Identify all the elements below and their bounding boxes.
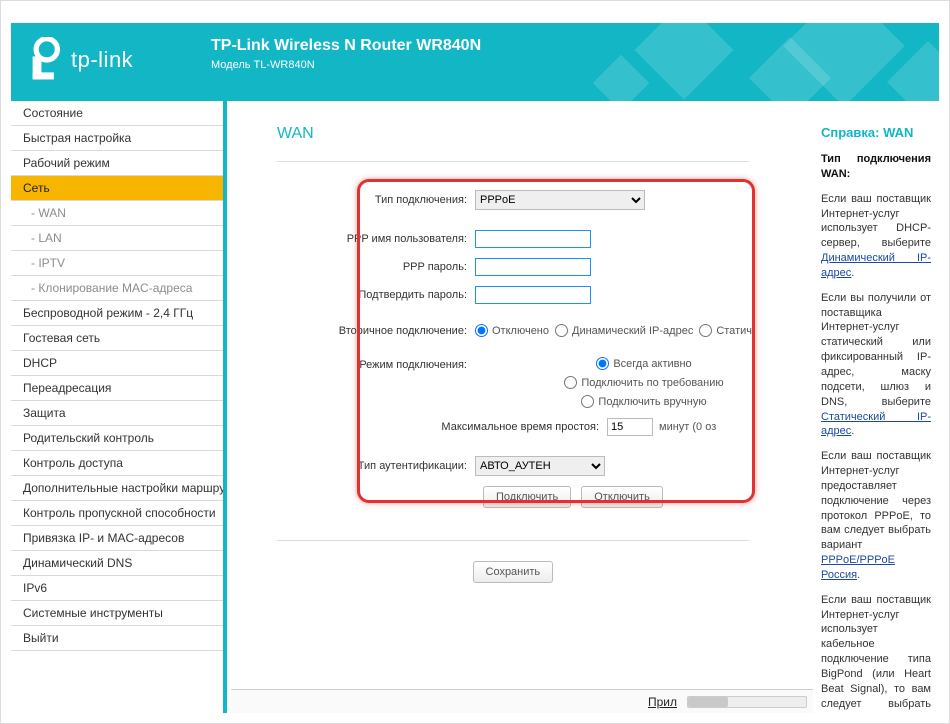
max-idle-suffix: минут (0 оз [659, 421, 716, 433]
sidebar-item[interactable]: Рабочий режим [11, 151, 223, 176]
label-max-idle: Максимальное время простоя: [277, 421, 607, 433]
sidebar-item[interactable]: DHCP [11, 351, 223, 376]
divider [277, 540, 749, 541]
sec-conn-disabled[interactable]: Отключено [475, 324, 549, 337]
disconnect-button[interactable]: Отключить [581, 486, 663, 508]
label-auth-type: Тип аутентификации: [277, 460, 475, 472]
page-title: WAN [277, 125, 813, 143]
sidebar-item[interactable]: Состояние [11, 101, 223, 126]
product-title: TP-Link Wireless N Router WR840N [211, 37, 481, 55]
conn-mode-ondemand-radio[interactable] [564, 376, 577, 389]
sidebar-item[interactable]: Родительский контроль [11, 426, 223, 451]
sidebar-item[interactable]: Защита [11, 401, 223, 426]
sec-conn-dynip-radio[interactable] [555, 324, 568, 337]
bottom-bar: Прил [231, 689, 813, 713]
highlight-box [357, 179, 755, 503]
sidebar: СостояниеБыстрая настройкаРабочий режимС… [11, 101, 227, 713]
conn-mode-manual-radio[interactable] [581, 395, 594, 408]
ppp-user-input[interactable] [475, 230, 591, 248]
conn-type-select[interactable]: PPPoE [475, 190, 645, 210]
sidebar-item[interactable]: Гостевая сеть [11, 326, 223, 351]
max-idle-input[interactable] [607, 418, 653, 436]
bottom-link[interactable]: Прил [648, 695, 677, 709]
app-window: tp-link TP-Link Wireless N Router WR840N… [0, 0, 950, 724]
tplink-logo-icon [27, 37, 63, 83]
help-p2: Если вы получили от поставщика Интернет-… [821, 291, 931, 439]
horizontal-scrollbar[interactable] [687, 696, 807, 708]
save-button[interactable]: Сохранить [473, 561, 554, 583]
sidebar-item[interactable]: Системные инструменты [11, 601, 223, 626]
divider [277, 161, 749, 162]
help-title: Справка: WAN [821, 125, 931, 140]
brand-logo: tp-link [27, 37, 133, 83]
sidebar-item[interactable]: Привязка IP- и MAC-адресов [11, 526, 223, 551]
sidebar-item[interactable]: - LAN [11, 226, 223, 251]
sidebar-item[interactable]: - WAN [11, 201, 223, 226]
sidebar-item[interactable]: Беспроводной режим - 2,4 ГГц [11, 301, 223, 326]
help-p1: Если ваш поставщик Интернет-услуг исполь… [821, 192, 931, 281]
product-model: Модель TL-WR840N [211, 59, 481, 71]
help-panel: Справка: WAN Тип подключения WAN: Если в… [813, 101, 939, 713]
help-sub: Тип подключения WAN: [821, 153, 931, 180]
header: tp-link TP-Link Wireless N Router WR840N… [11, 23, 939, 101]
ppp-pass-input[interactable] [475, 258, 591, 276]
connect-button[interactable]: Подключить [483, 486, 571, 508]
conn-mode-ondemand[interactable]: Подключить по требованию [564, 376, 723, 389]
label-ppp-user: PPP имя пользователя: [277, 233, 475, 245]
header-decoration [559, 23, 939, 101]
sidebar-item[interactable]: Переадресация [11, 376, 223, 401]
help-link-staticip[interactable]: Статический IP-адрес [821, 411, 931, 438]
conn-mode-manual[interactable]: Подключить вручную [581, 395, 706, 408]
auth-type-select[interactable]: АВТО_АУТЕН [475, 456, 605, 476]
help-link-dynip[interactable]: Динамический IP-адрес [821, 252, 931, 279]
sidebar-item[interactable]: Выйти [11, 626, 223, 651]
sec-conn-static-radio[interactable] [699, 324, 712, 337]
main-panel: WAN Тип подключения: PPPoE PPP имя польз… [231, 101, 813, 713]
sec-conn-dynip[interactable]: Динамический IP-адрес [555, 324, 693, 337]
label-sec-conn: Вторичное подключение: [277, 325, 475, 337]
brand-text: tp-link [71, 47, 133, 73]
sidebar-item[interactable]: IPv6 [11, 576, 223, 601]
help-p3: Если ваш поставщик Интернет-услуг предос… [821, 449, 931, 583]
sidebar-item[interactable]: Динамический DNS [11, 551, 223, 576]
conn-mode-always-radio[interactable] [596, 357, 609, 370]
conn-mode-always[interactable]: Всегда активно [596, 357, 691, 370]
sidebar-item[interactable]: Контроль доступа [11, 451, 223, 476]
sidebar-item[interactable]: - IPTV [11, 251, 223, 276]
confirm-pass-input[interactable] [475, 286, 591, 304]
label-confirm-pass: Подтвердить пароль: [277, 289, 475, 301]
label-conn-mode: Режим подключения: [277, 357, 475, 371]
sidebar-item[interactable]: Дополнительные настройки маршрутизации [11, 476, 223, 501]
sidebar-item[interactable]: Быстрая настройка [11, 126, 223, 151]
sidebar-item[interactable]: Контроль пропускной способности [11, 501, 223, 526]
sec-conn-static[interactable]: Статич [699, 324, 752, 337]
label-conn-type: Тип подключения: [277, 194, 475, 206]
sidebar-item[interactable]: - Клонирование MAC-адреса [11, 276, 223, 301]
sidebar-item[interactable]: Сеть [11, 176, 223, 201]
sec-conn-disabled-radio[interactable] [475, 324, 488, 337]
help-p4: Если ваш поставщик Интернет-услуг исполь… [821, 593, 931, 713]
label-ppp-pass: PPP пароль: [277, 261, 475, 273]
